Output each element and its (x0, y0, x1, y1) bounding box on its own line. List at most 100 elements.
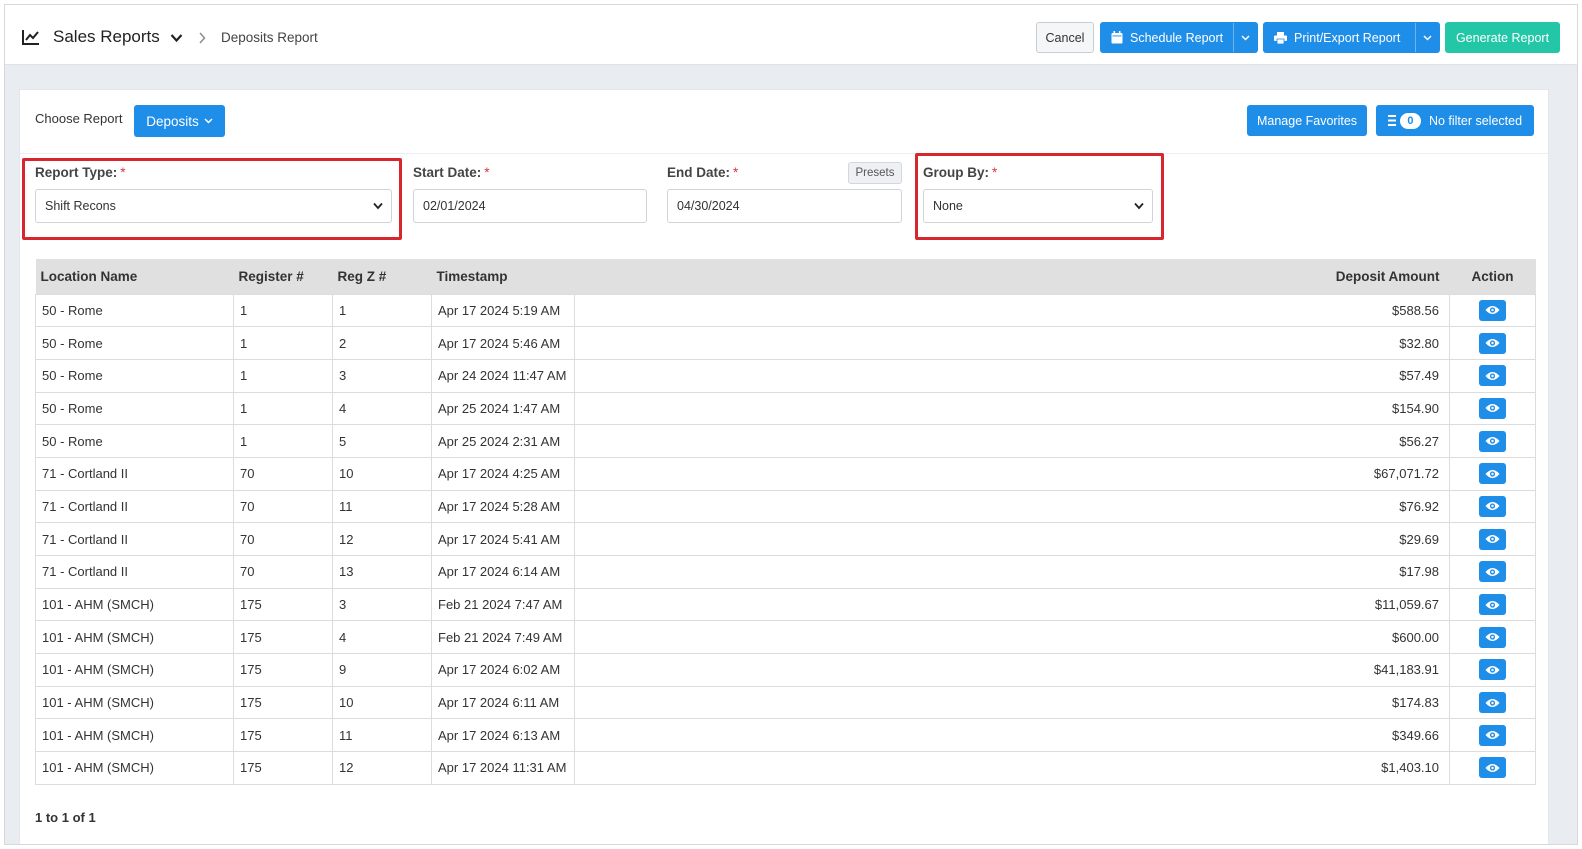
cell-regz: 11 (332, 489, 432, 524)
cell-spacer (574, 620, 1250, 655)
chevron-down-icon (204, 118, 213, 124)
cell-timestamp: Apr 17 2024 4:25 AM (431, 456, 575, 491)
cell-location: 101 - AHM (SMCH) (35, 685, 234, 720)
print-export-button[interactable]: Print/Export Report (1263, 22, 1440, 53)
end-date-input[interactable]: 04/30/2024 (667, 189, 902, 223)
view-details-button[interactable] (1479, 659, 1506, 681)
column-header-location[interactable]: Location Name (35, 259, 234, 294)
cell-location: 101 - AHM (SMCH) (35, 587, 234, 622)
cell-action (1449, 685, 1536, 720)
eye-icon (1485, 371, 1500, 380)
generate-report-label: Generate Report (1455, 30, 1550, 45)
schedule-report-main[interactable]: Schedule Report (1101, 23, 1233, 52)
eye-icon (1485, 437, 1500, 446)
view-details-button[interactable] (1479, 299, 1506, 321)
presets-button[interactable]: Presets (848, 162, 902, 184)
manage-favorites-label: Manage Favorites (1256, 113, 1358, 128)
table-row: 71 - Cortland II 70 11 Apr 17 2024 5:28 AM $… (35, 489, 1536, 524)
schedule-report-dropdown[interactable] (1233, 23, 1257, 52)
eye-icon (1485, 535, 1500, 544)
choose-report-label: Choose Report (35, 111, 123, 126)
cell-deposit-amount: $32.80 (1249, 326, 1450, 360)
view-details-button[interactable] (1479, 594, 1506, 616)
view-details-button[interactable] (1479, 397, 1506, 419)
eye-icon (1485, 306, 1500, 315)
cell-register: 1 (233, 424, 333, 458)
cell-action (1449, 653, 1536, 687)
view-details-button[interactable] (1479, 332, 1506, 354)
view-details-button[interactable] (1479, 724, 1506, 746)
cell-location: 101 - AHM (SMCH) (35, 751, 234, 785)
cell-timestamp: Apr 17 2024 5:19 AM (431, 293, 575, 328)
view-details-button[interactable] (1479, 561, 1506, 583)
cancel-button-label: Cancel (1045, 30, 1085, 45)
cell-timestamp: Apr 17 2024 11:31 AM (431, 751, 575, 785)
cell-regz: 12 (332, 522, 432, 556)
view-details-button[interactable] (1479, 692, 1506, 714)
table-header-row: Location Name Register # Reg Z # Timesta… (35, 259, 1536, 294)
chevron-right-icon (199, 32, 206, 44)
cell-regz: 1 (332, 293, 432, 328)
view-details-button[interactable] (1479, 757, 1506, 779)
column-header-register[interactable]: Register # (233, 259, 333, 294)
eye-icon (1485, 404, 1500, 413)
schedule-report-button[interactable]: Schedule Report (1100, 22, 1258, 53)
table-row: 50 - Rome 1 3 Apr 24 2024 11:47 AM $57.49 (35, 358, 1536, 393)
view-details-button[interactable] (1479, 463, 1506, 485)
view-details-button[interactable] (1479, 626, 1506, 648)
generate-report-button[interactable]: Generate Report (1445, 22, 1560, 53)
view-details-button[interactable] (1479, 430, 1506, 452)
report-type-highlight (22, 158, 402, 240)
eye-icon (1485, 567, 1500, 576)
cell-location: 50 - Rome (35, 293, 234, 328)
line-chart-icon (22, 30, 39, 45)
table-body: 50 - Rome 1 1 Apr 17 2024 5:19 AM $588.56 50 … (35, 293, 1536, 785)
print-export-main[interactable]: Print/Export Report (1264, 23, 1415, 52)
print-export-dropdown[interactable] (1415, 23, 1439, 52)
filter-button[interactable]: 0 No filter selected (1376, 105, 1534, 136)
cell-action (1449, 293, 1536, 328)
eye-icon (1485, 600, 1500, 609)
cell-deposit-amount: $11,059.67 (1249, 587, 1450, 622)
cell-timestamp: Apr 17 2024 5:41 AM (431, 522, 575, 556)
table-row: 101 - AHM (SMCH) 175 12 Apr 17 2024 11:31 A… (35, 751, 1536, 785)
cell-spacer (574, 751, 1250, 785)
cell-register: 70 (233, 522, 333, 556)
view-details-button[interactable] (1479, 528, 1506, 550)
calendar-icon (1111, 31, 1123, 44)
report-select-label: Deposits (146, 113, 199, 129)
cell-action (1449, 620, 1536, 655)
cell-action (1449, 522, 1536, 556)
column-header-deposit-amount[interactable]: Deposit Amount (1249, 259, 1450, 294)
cell-action (1449, 424, 1536, 458)
start-date-input[interactable]: 02/01/2024 (413, 189, 647, 223)
cell-action (1449, 718, 1536, 753)
cell-spacer (574, 456, 1250, 491)
app-window: Sales Reports Deposits Report Cancel Sch… (4, 4, 1578, 845)
cell-register: 1 (233, 293, 333, 328)
cell-spacer (574, 489, 1250, 524)
cancel-button[interactable]: Cancel (1036, 22, 1094, 53)
start-date-label: Start Date: * (413, 165, 490, 180)
chevron-down-icon[interactable] (170, 33, 183, 43)
pagination-info: 1 to 1 of 1 (35, 810, 96, 825)
cell-deposit-amount: $29.69 (1249, 522, 1450, 556)
cell-action (1449, 489, 1536, 524)
cell-deposit-amount: $76.92 (1249, 489, 1450, 524)
report-select-button[interactable]: Deposits (134, 105, 225, 137)
cell-regz: 13 (332, 555, 432, 589)
table-row: 101 - AHM (SMCH) 175 10 Apr 17 2024 6:11 AM… (35, 685, 1536, 720)
column-header-timestamp[interactable]: Timestamp (431, 259, 575, 294)
end-date-value: 04/30/2024 (677, 199, 740, 213)
cell-location: 71 - Cortland II (35, 555, 234, 589)
cell-timestamp: Feb 21 2024 7:49 AM (431, 620, 575, 655)
cell-action (1449, 326, 1536, 360)
view-details-button[interactable] (1479, 495, 1506, 517)
column-header-regz[interactable]: Reg Z # (332, 259, 432, 294)
chevron-down-icon (1241, 34, 1250, 41)
table-row: 50 - Rome 1 4 Apr 25 2024 1:47 AM $154.90 (35, 391, 1536, 426)
cell-spacer (574, 326, 1250, 360)
view-details-button[interactable] (1479, 365, 1506, 387)
eye-icon (1485, 633, 1500, 642)
manage-favorites-button[interactable]: Manage Favorites (1247, 105, 1367, 136)
